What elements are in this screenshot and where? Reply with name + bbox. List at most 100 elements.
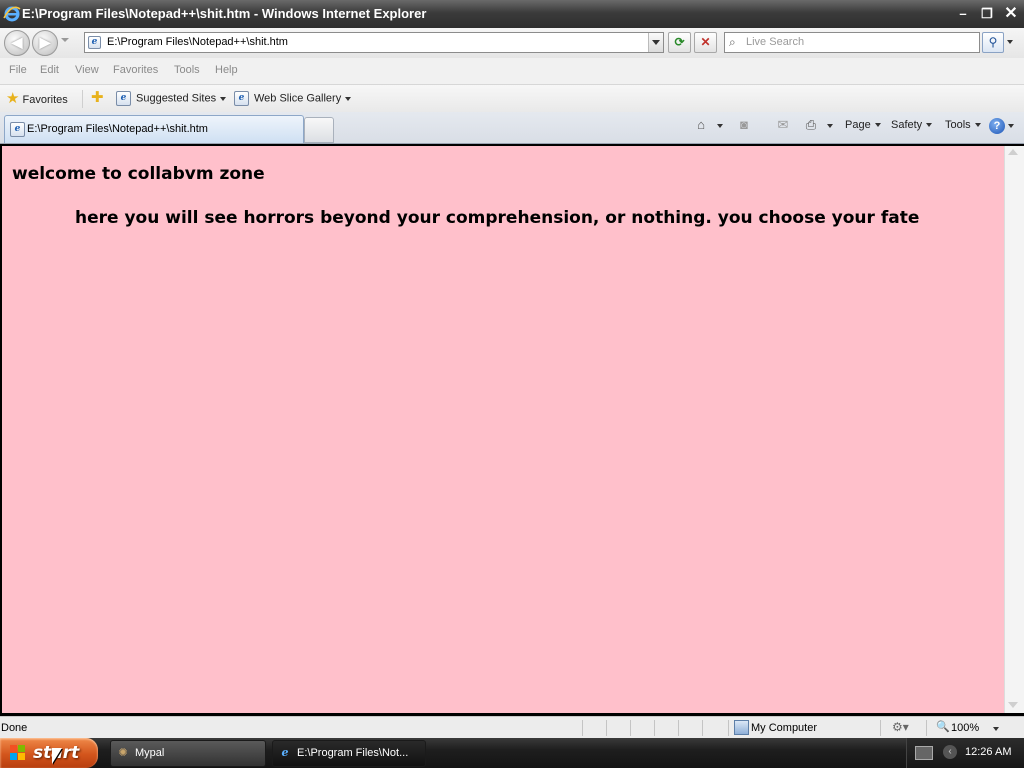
page-paragraph: here you will see horrors beyond your co… [75, 208, 920, 228]
tools-menu-button[interactable]: Tools [945, 119, 981, 131]
security-zone[interactable]: My Computer [751, 722, 817, 734]
back-button[interactable]: ◀ [4, 30, 30, 56]
forward-arrow-icon: ▶ [39, 34, 51, 50]
menu-file[interactable]: File [9, 64, 27, 76]
ie-page-icon: e [116, 91, 131, 106]
close-button[interactable]: ✕ [1000, 4, 1022, 24]
ie-icon: e [281, 746, 289, 759]
status-divider [728, 720, 729, 736]
taskbar-item-ie[interactable]: e E:\Program Files\Not... [272, 740, 426, 767]
windows-flag-icon [10, 745, 25, 760]
ie-page-icon: e [234, 91, 249, 106]
zoom-level[interactable]: 100% [951, 722, 979, 734]
favorites-label: Favorites [22, 94, 68, 106]
clock[interactable]: 12:26 AM [965, 746, 1011, 758]
web-slice-gallery-label: Web Slice Gallery [254, 92, 342, 105]
tools-menu-label: Tools [945, 119, 971, 131]
feeds-icon[interactable]: ◙ [735, 117, 753, 133]
status-text: Done [1, 722, 28, 734]
taskbar: start ✺ Mypal e E:\Program Files\Not... … [0, 738, 1024, 768]
mypal-icon: ✺ [118, 747, 128, 759]
protected-mode-icon[interactable]: ⚙▾ [892, 720, 909, 734]
address-dropdown-button[interactable] [648, 33, 663, 52]
computer-zone-icon [734, 720, 749, 735]
forward-button[interactable]: ▶ [32, 30, 58, 56]
safety-menu-button[interactable]: Safety [891, 119, 933, 131]
search-box[interactable]: ⌕ Live Search [724, 32, 980, 53]
favorites-button[interactable]: ★ Favorites [6, 89, 68, 107]
ie-page-icon: e [10, 122, 25, 137]
print-icon[interactable]: ⎙ [802, 117, 820, 133]
suggested-sites-label: Suggested Sites [136, 92, 217, 105]
search-options-dropdown[interactable] [1004, 32, 1018, 51]
scroll-down-arrow-icon[interactable] [1008, 702, 1018, 708]
status-divider [582, 720, 583, 736]
favbar-divider [82, 90, 83, 108]
help-icon[interactable]: ? [989, 118, 1005, 134]
read-mail-icon[interactable]: ✉ [774, 117, 792, 133]
add-to-favorites-button[interactable]: ✚ [91, 88, 104, 106]
show-hidden-icons-icon[interactable]: ‹ [943, 745, 957, 759]
maximize-button[interactable]: ❐ [976, 4, 998, 24]
status-bar: Done My Computer ⚙▾ 🔍 100% [0, 716, 1024, 739]
search-go-button[interactable]: ⚲ [982, 32, 1004, 53]
new-tab-button[interactable] [304, 117, 334, 143]
menu-help[interactable]: Help [215, 64, 238, 76]
taskbar-item-mypal[interactable]: ✺ Mypal [110, 740, 266, 767]
page-menu-label: Page [845, 119, 871, 131]
title-bar: E:\Program Files\Notepad++\shit.htm - Wi… [0, 0, 1024, 28]
home-icon[interactable]: ⌂ [692, 117, 710, 133]
status-divider [678, 720, 679, 736]
menu-bar: File Edit View Favorites Tools Help [0, 58, 1024, 85]
recent-pages-dropdown[interactable] [61, 38, 69, 42]
web-slice-gallery-link[interactable]: e Web Slice Gallery [234, 91, 352, 106]
menu-edit[interactable]: Edit [40, 64, 59, 76]
menu-favorites[interactable]: Favorites [113, 64, 158, 76]
zoom-icon[interactable]: 🔍 [936, 720, 950, 733]
keyboard-icon[interactable] [915, 746, 933, 760]
address-toolbar: ◀ ▶ e E:\Program Files\Notepad++\shit.ht… [0, 28, 1024, 58]
status-divider [926, 720, 927, 736]
add-favorite-icon: ✚ [91, 89, 104, 106]
magnifier-icon: ⚲ [988, 35, 998, 49]
status-divider [630, 720, 631, 736]
stop-button[interactable]: ✕ [694, 32, 717, 53]
chevron-down-icon [926, 123, 933, 128]
status-divider [702, 720, 703, 736]
chevron-down-icon [974, 123, 981, 128]
favorites-star-icon: ★ [6, 90, 20, 107]
favorites-bar: ★ Favorites ✚ e Suggested Sites e Web Slic… [0, 85, 1024, 112]
home-dropdown[interactable] [717, 124, 723, 128]
safety-menu-label: Safety [891, 119, 923, 131]
scroll-up-arrow-icon[interactable] [1008, 149, 1018, 155]
address-bar[interactable]: e E:\Program Files\Notepad++\shit.htm [84, 32, 664, 53]
chevron-down-icon [345, 96, 352, 101]
tab-title: E:\Program Files\Notepad++\shit.htm [27, 123, 208, 135]
taskbar-item-label: E:\Program Files\Not... [297, 747, 409, 759]
ie-logo-icon [3, 6, 21, 22]
vertical-scrollbar[interactable] [1004, 146, 1024, 713]
search-placeholder[interactable]: Live Search [746, 36, 804, 48]
chevron-down-icon [220, 96, 227, 101]
refresh-icon: ⟳ [674, 35, 685, 49]
menu-tools[interactable]: Tools [174, 64, 200, 76]
page-menu-button[interactable]: Page [845, 119, 881, 131]
page-content: welcome to collabvm zone here you will s… [2, 146, 1004, 713]
start-button[interactable]: start [0, 738, 98, 768]
print-dropdown[interactable] [827, 124, 833, 128]
zoom-dropdown[interactable] [993, 727, 999, 731]
window-title: E:\Program Files\Notepad++\shit.htm - Wi… [22, 6, 427, 21]
refresh-button[interactable]: ⟳ [668, 32, 691, 53]
status-divider [880, 720, 881, 736]
menu-view[interactable]: View [75, 64, 99, 76]
tab-active[interactable]: e E:\Program Files\Notepad++\shit.htm [4, 115, 304, 143]
back-arrow-icon: ◀ [11, 34, 23, 50]
suggested-sites-link[interactable]: e Suggested Sites [116, 91, 227, 106]
address-url[interactable]: E:\Program Files\Notepad++\shit.htm [107, 36, 288, 48]
taskbar-item-label: Mypal [135, 747, 165, 759]
chevron-down-icon [874, 123, 881, 128]
help-dropdown[interactable] [1008, 124, 1014, 128]
stop-icon: ✕ [700, 35, 711, 49]
system-tray: ‹ 12:26 AM [906, 738, 1024, 768]
minimize-button[interactable]: – [952, 4, 974, 24]
